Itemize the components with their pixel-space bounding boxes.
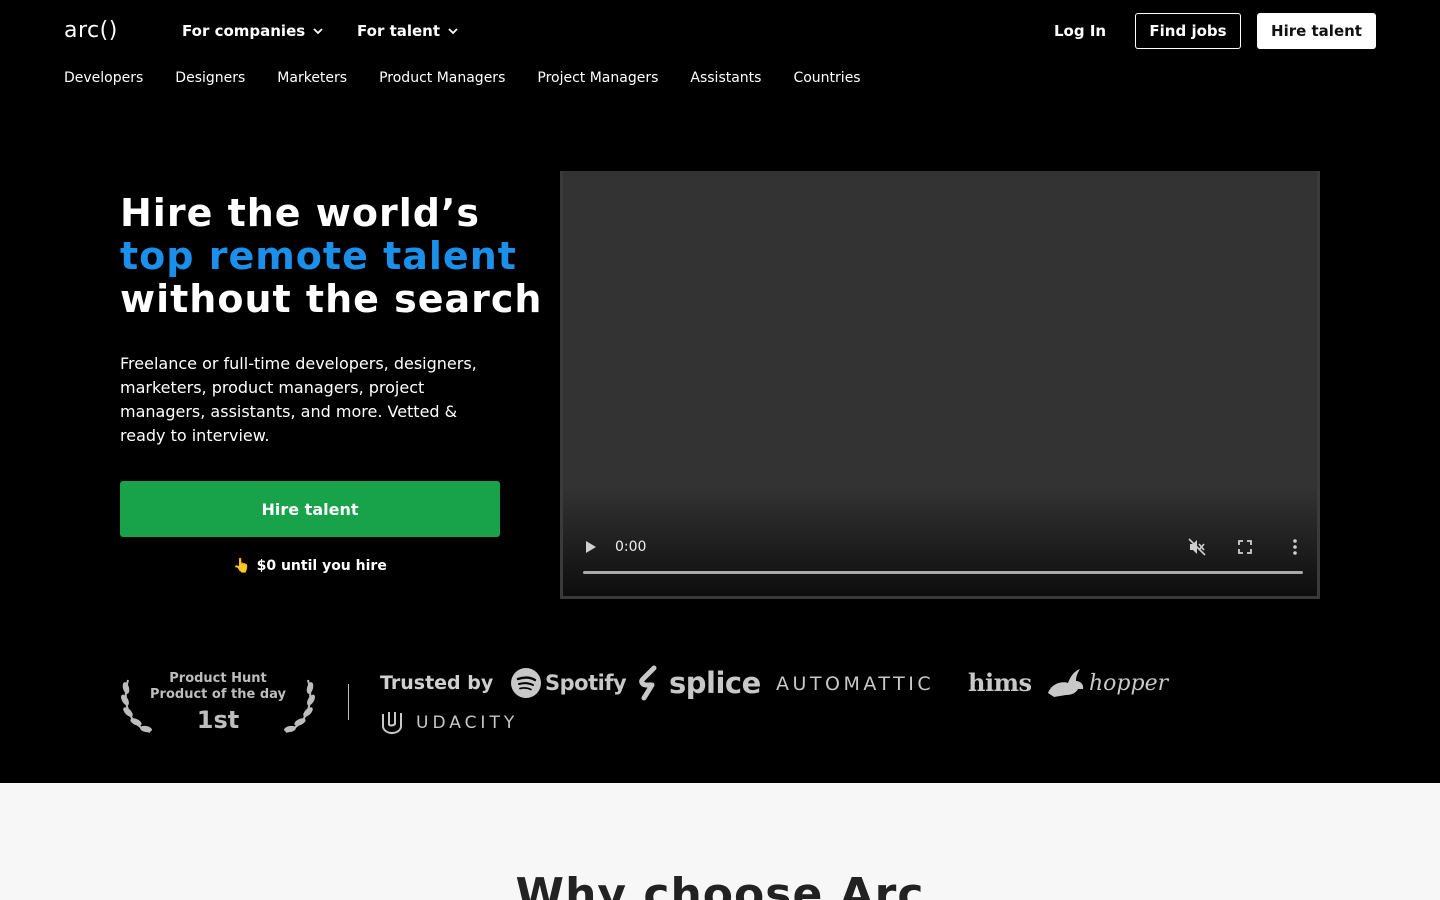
subnav-assistants[interactable]: Assistants [690, 70, 761, 86]
badge-line-2: Product of the day [150, 687, 286, 702]
brand-hims: hims [968, 666, 1032, 698]
subnav-countries[interactable]: Countries [793, 70, 860, 86]
brand-splice-name: splice [669, 666, 761, 700]
muted-volume-icon[interactable] [1187, 537, 1207, 557]
chevron-down-icon [313, 28, 323, 35]
brand-spotify-name: Spotify [545, 671, 627, 695]
hire-talent-header-button[interactable]: Hire talent [1257, 13, 1376, 49]
splice-icon [639, 665, 657, 701]
hopper-bunny-icon [1048, 669, 1084, 697]
arc-logo[interactable]: arc() [64, 18, 118, 43]
pricing-hint: 👆 $0 until you hire [120, 558, 500, 574]
product-hunt-badge[interactable]: Product Hunt Product of the day 1st [120, 668, 316, 738]
nav-for-talent[interactable]: For talent [357, 22, 460, 40]
subnav-marketers[interactable]: Marketers [277, 70, 347, 86]
video-progress-bar[interactable] [583, 571, 1303, 574]
nav-for-companies-label: For companies [182, 22, 306, 40]
hero-video-player[interactable]: 0:00 [560, 171, 1320, 599]
why-choose-heading: Why choose Arc [515, 869, 925, 900]
brand-automattic: AUTOMATTIC [776, 672, 934, 696]
brand-hims-name: hims [968, 667, 1032, 697]
badge-rank: 1st [196, 706, 240, 734]
hero-title-line-1: Hire the world’s [120, 191, 481, 235]
find-jobs-button[interactable]: Find jobs [1135, 13, 1241, 49]
category-subnav: Developers Designers Marketers Product M… [64, 70, 861, 86]
chevron-down-icon [448, 28, 458, 35]
section-divider [348, 684, 349, 720]
brand-udacity: UDACITY [380, 710, 518, 736]
badge-line-1: Product Hunt [169, 671, 267, 686]
spotify-icon [511, 668, 541, 698]
fullscreen-icon[interactable] [1237, 539, 1253, 555]
subnav-product-managers[interactable]: Product Managers [379, 70, 505, 86]
subnav-developers[interactable]: Developers [64, 70, 143, 86]
hero-title-line-3: without the search [120, 277, 543, 321]
brand-spotify: Spotify [510, 666, 627, 700]
trusted-by-label: Trusted by [380, 672, 494, 694]
top-navigation: arc() For companies For talent Log In Fi… [0, 0, 1440, 62]
why-choose-section: Why choose Arc [0, 783, 1440, 900]
nav-for-talent-label: For talent [357, 22, 441, 40]
pointing-hand-icon: 👆 [233, 558, 251, 574]
nav-for-companies[interactable]: For companies [182, 22, 325, 40]
brand-hopper-name: hopper [1089, 670, 1169, 696]
play-icon[interactable] [585, 540, 597, 554]
subnav-project-managers[interactable]: Project Managers [537, 70, 658, 86]
login-link[interactable]: Log In [1054, 22, 1106, 40]
brand-splice: splice [638, 664, 761, 702]
hero-description: Freelance or full-time developers, desig… [120, 354, 477, 445]
hire-talent-cta-button[interactable]: Hire talent [120, 481, 500, 537]
brand-automattic-name: AUTOMATTIC [776, 673, 935, 695]
video-time: 0:00 [615, 539, 647, 555]
subnav-designers[interactable]: Designers [175, 70, 245, 86]
brand-hopper: hopper [1046, 666, 1168, 700]
more-options-icon[interactable] [1287, 537, 1303, 557]
udacity-icon [382, 712, 402, 735]
hero-title: Hire the world’s top remote talent witho… [120, 192, 542, 321]
brand-udacity-name: UDACITY [416, 713, 519, 733]
hero-title-accent: top remote talent [120, 234, 517, 278]
pricing-hint-text: $0 until you hire [256, 558, 387, 574]
